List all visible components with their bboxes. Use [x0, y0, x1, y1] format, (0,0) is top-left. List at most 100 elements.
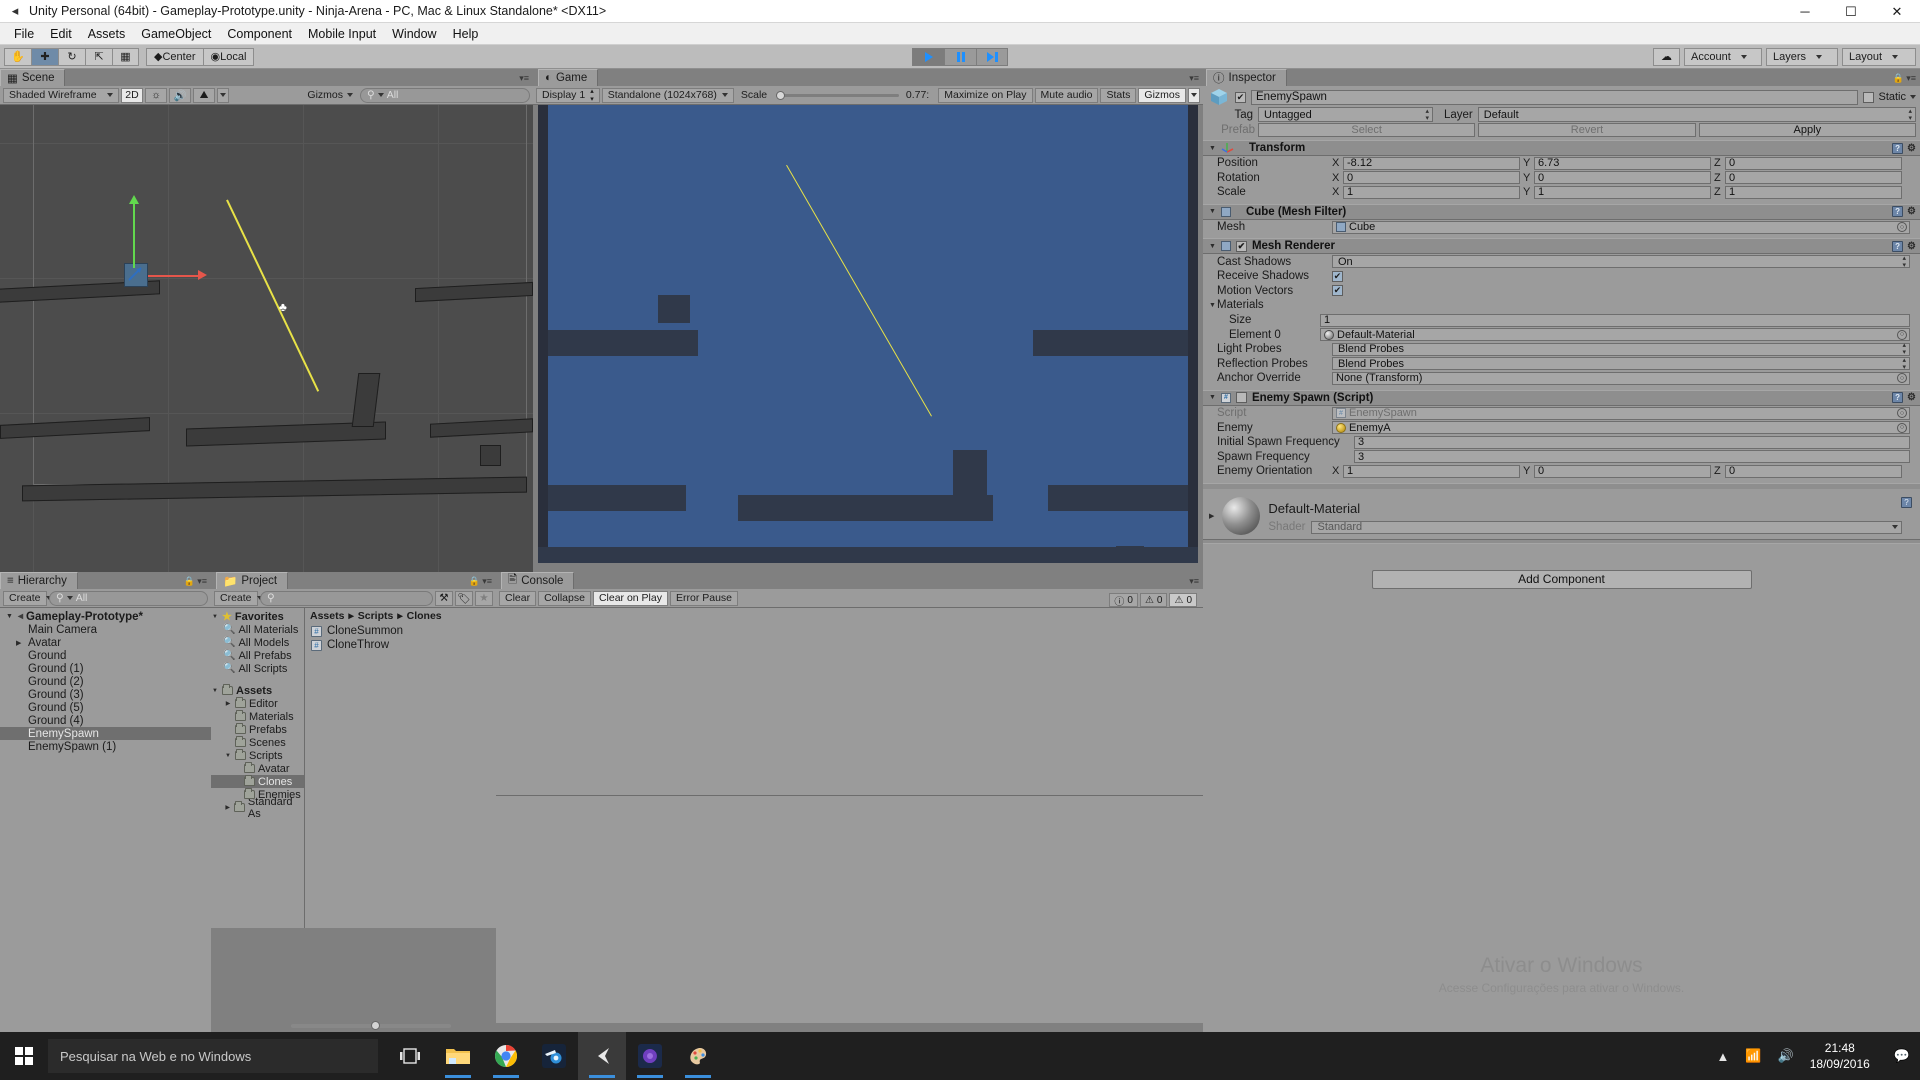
- console-panel-options[interactable]: ▾≡: [1189, 576, 1199, 587]
- scale-y-field[interactable]: 1: [1534, 185, 1711, 199]
- stats-button[interactable]: Stats: [1100, 87, 1137, 103]
- enemy-spawn-component-header[interactable]: ▼ # Enemy Spawn (Script) ? ⚙: [1203, 389, 1920, 406]
- unity-icon[interactable]: [578, 1032, 626, 1080]
- transform-component-header[interactable]: ▼ Transform ? ⚙: [1203, 140, 1920, 156]
- position-z-field[interactable]: 0: [1725, 156, 1902, 170]
- minimize-button[interactable]: ─: [1782, 0, 1828, 23]
- object-picker-icon[interactable]: ○: [1897, 222, 1907, 233]
- play-button[interactable]: [912, 47, 944, 66]
- console-error-pause-button[interactable]: Error Pause: [669, 590, 739, 606]
- pivot-mode-button[interactable]: ◆ Center: [146, 47, 203, 66]
- chevron-down-icon[interactable]: ▼: [6, 613, 15, 620]
- menu-file[interactable]: File: [6, 25, 42, 43]
- console-warning-count[interactable]: ⚠ 0: [1139, 593, 1168, 607]
- maximize-button[interactable]: ☐: [1828, 0, 1874, 23]
- folder-standard-as[interactable]: ▶ Standard As: [211, 796, 304, 820]
- object-picker-icon[interactable]: ○: [1897, 373, 1907, 384]
- network-icon[interactable]: 📶: [1737, 1048, 1769, 1064]
- layout-dropdown[interactable]: Layout: [1842, 47, 1916, 66]
- pivot-rotation-button[interactable]: ◉ Local: [202, 47, 255, 66]
- project-panel-options[interactable]: 🔒 ▾≡: [469, 576, 492, 587]
- reflection-probes-dropdown[interactable]: Blend Probes ▴ ▾: [1332, 357, 1910, 371]
- favorites-root[interactable]: ▼ ★ Favorites: [211, 610, 304, 624]
- receive-shadows-checkbox[interactable]: ✔: [1332, 270, 1343, 282]
- display-dropdown[interactable]: Display 1 ▴ ▾: [536, 87, 600, 103]
- selection-gizmo-box[interactable]: [124, 263, 148, 287]
- tab-game[interactable]: ◐ Game: [538, 69, 599, 86]
- layer-dropdown[interactable]: Default ▴ ▾: [1477, 107, 1916, 122]
- gizmo-x-axis[interactable]: [148, 275, 200, 277]
- materials-row[interactable]: ▼ Materials: [1203, 298, 1920, 313]
- hierarchy-panel-options[interactable]: 🔒 ▾≡: [184, 576, 207, 587]
- show-hidden-icons[interactable]: ▲: [1709, 1049, 1738, 1064]
- game-panel-options[interactable]: ▾≡: [1189, 73, 1199, 84]
- prefab-apply-button[interactable]: Apply: [1698, 123, 1916, 137]
- tab-console[interactable]: 🖹 Console: [501, 572, 575, 589]
- console-error-count[interactable]: ⚠ 0: [1169, 593, 1197, 607]
- favorite-all-materials[interactable]: 🔍 All Materials: [211, 623, 304, 636]
- enemy-spawn-enabled-checkbox[interactable]: [1235, 392, 1247, 404]
- light-probes-dropdown[interactable]: Blend Probes ▴ ▾: [1332, 342, 1910, 356]
- hierarchy-item-ground-5[interactable]: Ground (5): [0, 701, 211, 714]
- tag-dropdown[interactable]: Untagged ▴ ▾: [1258, 107, 1433, 122]
- hierarchy-item-main-camera[interactable]: Main Camera: [0, 623, 211, 636]
- favorite-all-scripts[interactable]: 🔍 All Scripts: [211, 662, 304, 675]
- paint-icon[interactable]: [674, 1032, 722, 1080]
- hierarchy-item-ground-3[interactable]: Ground (3): [0, 688, 211, 701]
- folder-scenes[interactable]: Scenes: [211, 736, 304, 749]
- layers-dropdown[interactable]: Layers: [1766, 47, 1838, 66]
- prefab-select-button[interactable]: Select: [1258, 123, 1476, 137]
- chevron-down-icon[interactable]: ▼: [1209, 302, 1217, 309]
- cloud-button[interactable]: ☁: [1653, 47, 1680, 66]
- chevron-down-icon[interactable]: ▼: [1209, 243, 1216, 250]
- assets-root[interactable]: ▼ Assets: [211, 684, 304, 697]
- chevron-right-icon[interactable]: ▶: [1209, 512, 1214, 520]
- step-button[interactable]: [976, 47, 1008, 66]
- hierarchy-item-ground-4[interactable]: Ground (4): [0, 714, 211, 727]
- shader-dropdown[interactable]: Standard: [1311, 520, 1902, 534]
- chevron-down-icon[interactable]: ▼: [224, 753, 232, 759]
- tab-hierarchy[interactable]: ≡ Hierarchy: [0, 572, 78, 589]
- object-name-field[interactable]: EnemySpawn: [1251, 89, 1859, 105]
- project-file-item[interactable]: # CloneThrow: [305, 638, 496, 652]
- gear-icon[interactable]: ⚙: [1907, 143, 1916, 154]
- position-y-field[interactable]: 6.73: [1534, 156, 1711, 170]
- add-component-button[interactable]: Add Component: [1371, 569, 1752, 589]
- tab-scene[interactable]: ▦ Scene: [0, 69, 66, 86]
- menu-component[interactable]: Component: [219, 25, 300, 43]
- chevron-down-icon[interactable]: [1910, 95, 1916, 99]
- mesh-renderer-enabled-checkbox[interactable]: ✔: [1235, 240, 1247, 252]
- console-collapse-button[interactable]: Collapse: [538, 590, 591, 606]
- menu-help[interactable]: Help: [445, 25, 487, 43]
- anchor-override-object-field[interactable]: None (Transform) ○: [1332, 371, 1910, 385]
- tab-inspector[interactable]: ⓘ Inspector: [1206, 69, 1287, 86]
- project-search-input[interactable]: ⚲: [260, 590, 433, 606]
- chevron-down-icon[interactable]: ▼: [1209, 394, 1216, 401]
- element0-object-field[interactable]: Default-Material ○: [1320, 328, 1910, 342]
- chevron-right-icon[interactable]: ▶: [224, 700, 232, 707]
- chrome-icon[interactable]: [482, 1032, 530, 1080]
- gizmo-y-axis[interactable]: [133, 203, 135, 268]
- gear-icon[interactable]: ⚙: [1907, 241, 1916, 252]
- menu-mobile-input[interactable]: Mobile Input: [300, 25, 384, 43]
- enemy-object-field[interactable]: EnemyA ○: [1332, 421, 1910, 435]
- draw-mode-dropdown[interactable]: Shaded Wireframe: [3, 87, 119, 103]
- cast-shadows-dropdown[interactable]: On ▴ ▾: [1332, 255, 1910, 269]
- hierarchy-item-enemyspawn[interactable]: EnemySpawn: [0, 727, 211, 740]
- blender-icon[interactable]: [530, 1032, 578, 1080]
- hierarchy-item-enemyspawn-1[interactable]: EnemySpawn (1): [0, 740, 211, 753]
- file-explorer-icon[interactable]: [434, 1032, 482, 1080]
- rotation-z-field[interactable]: 0: [1725, 171, 1902, 185]
- folder-materials[interactable]: Materials: [211, 710, 304, 723]
- menu-assets[interactable]: Assets: [80, 25, 134, 43]
- audio-icon[interactable]: 🔊: [169, 87, 191, 103]
- rotate-tool-icon[interactable]: ↻: [58, 47, 85, 66]
- chevron-down-icon[interactable]: ▼: [1209, 145, 1216, 152]
- prefab-revert-button[interactable]: Revert: [1478, 123, 1696, 137]
- hierarchy-item-ground-1[interactable]: Ground (1): [0, 662, 211, 675]
- folder-clones[interactable]: Clones: [211, 775, 304, 788]
- hierarchy-item-ground[interactable]: Ground: [0, 649, 211, 662]
- rect-tool-icon[interactable]: ▦: [112, 47, 139, 66]
- volume-icon[interactable]: 🔊: [1770, 1048, 1802, 1064]
- initial-spawn-frequency-field[interactable]: 3: [1354, 435, 1910, 449]
